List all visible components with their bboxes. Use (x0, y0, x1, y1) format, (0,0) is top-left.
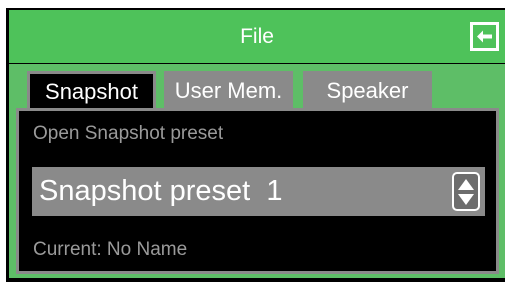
up-down-spinner-icon (458, 179, 474, 205)
back-button[interactable] (470, 22, 499, 51)
tab-speaker[interactable]: Speaker (303, 71, 432, 111)
page-title: File (240, 25, 274, 48)
title-bar: File (9, 10, 505, 63)
preset-selector[interactable]: Snapshot preset 1 (32, 167, 485, 216)
spinner-box (452, 172, 480, 211)
preset-value: Snapshot preset 1 (39, 175, 283, 207)
current-preset-name: Current: No Name (33, 239, 188, 260)
tab-user-mem[interactable]: User Mem. (164, 71, 293, 111)
panel-caption: Open Snapshot preset (33, 123, 224, 144)
preset-spinner-button[interactable] (447, 167, 485, 216)
back-arrow-icon (477, 30, 492, 43)
snapshot-panel: Open Snapshot preset Snapshot preset 1 C… (16, 108, 499, 274)
tab-snapshot[interactable]: Snapshot (27, 71, 156, 111)
